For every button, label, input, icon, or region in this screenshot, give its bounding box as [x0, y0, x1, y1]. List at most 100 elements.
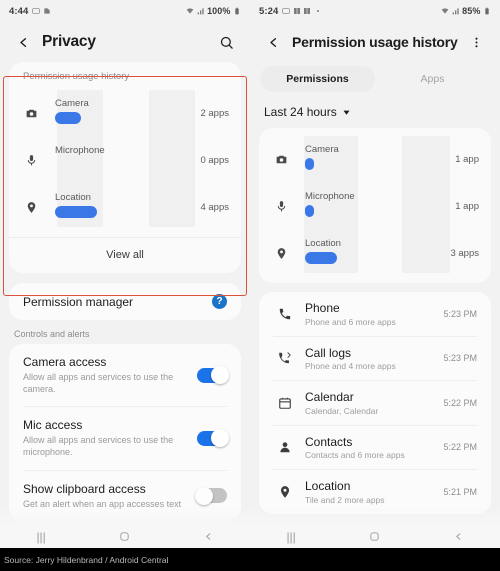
- chart-count: 4 apps: [200, 202, 229, 213]
- signal-icon: [452, 8, 459, 15]
- event-time: 5:21 PM: [443, 486, 477, 497]
- chart-row-microphone[interactable]: Microphone 0 apps: [9, 137, 241, 184]
- event-title: Contacts: [305, 434, 353, 449]
- chart-row-camera[interactable]: Camera 1 app: [259, 136, 491, 183]
- status-notification-icons: [282, 7, 322, 15]
- back-icon[interactable]: [203, 531, 214, 542]
- signal-icon: [197, 8, 204, 15]
- page-title: Permission usage history: [292, 34, 458, 50]
- dot-icon: [316, 10, 319, 12]
- event-sub: Contacts and 6 more apps: [305, 450, 405, 460]
- battery-icon: [235, 7, 239, 15]
- recents-icon[interactable]: |||: [286, 531, 295, 543]
- event-row-location[interactable]: Location Tile and 2 more apps 5:21 PM: [259, 470, 491, 514]
- right-app-bar: Permission usage history: [250, 22, 500, 62]
- event-title: Calendar: [305, 390, 354, 404]
- event-sub: Calendar, Calendar: [305, 405, 379, 416]
- event-text: Call logs Phone and 4 more apps: [305, 346, 443, 372]
- chart-bar: [55, 206, 97, 218]
- chart-body: Microphone: [47, 137, 191, 184]
- chart-row-location[interactable]: Location 4 apps: [9, 184, 241, 231]
- chart-body: Location: [47, 184, 191, 231]
- help-icon[interactable]: ?: [212, 294, 227, 309]
- chart-row-camera[interactable]: Camera 2 apps: [9, 90, 241, 137]
- toggle-knob: [195, 486, 213, 505]
- cast-icon: [32, 8, 41, 14]
- toggle-knob: [211, 366, 229, 385]
- phone-icon: [273, 307, 297, 321]
- status-time: 4:44: [9, 5, 29, 17]
- recents-icon[interactable]: |||: [36, 531, 45, 543]
- mic-access-sub: Allow all apps and services to use the m…: [23, 435, 174, 458]
- permission-manager-row[interactable]: Permission manager ?: [9, 283, 241, 320]
- camera-access-row[interactable]: Camera access Allow all apps and service…: [9, 344, 241, 406]
- event-title: Call logs: [305, 345, 352, 360]
- event-title: Location: [305, 479, 351, 493]
- event-title: Phone: [305, 301, 340, 315]
- mic-access-title: Mic access: [23, 418, 83, 433]
- left-status-bar: 4:44 100%: [0, 0, 250, 22]
- chevron-down-icon: [343, 110, 350, 115]
- right-nav-bar: |||: [250, 525, 500, 548]
- back-button[interactable]: [12, 31, 34, 53]
- location-icon: [271, 247, 291, 260]
- event-text: Contacts Contacts and 6 more apps: [305, 435, 443, 461]
- home-icon[interactable]: [119, 531, 130, 542]
- back-button[interactable]: [262, 31, 284, 53]
- home-icon[interactable]: [369, 531, 380, 542]
- call-log-icon: [273, 351, 297, 365]
- mic-access-toggle[interactable]: [197, 429, 229, 448]
- event-sub: Phone and 6 more apps: [305, 316, 396, 327]
- permission-manager-title: Permission manager: [23, 294, 134, 309]
- clipboard-access-toggle[interactable]: [195, 486, 227, 505]
- chart-row-microphone[interactable]: Microphone 1 app: [259, 183, 491, 230]
- status-right-cluster: 85%: [441, 6, 491, 16]
- chart-bar: [305, 252, 337, 264]
- event-time: 5:23 PM: [443, 353, 477, 364]
- mic-access-text: Mic access Allow all apps and services t…: [23, 418, 197, 458]
- overflow-menu-button[interactable]: [464, 30, 488, 54]
- wifi-icon: [441, 8, 449, 14]
- tab-apps[interactable]: Apps: [375, 66, 490, 92]
- overflow-menu-icon: [474, 37, 478, 47]
- event-row-calendar[interactable]: Calendar Calendar, Calendar 5:22 PM: [259, 381, 491, 425]
- chart-count: 2 apps: [200, 108, 229, 119]
- tab-permissions[interactable]: Permissions: [260, 66, 375, 92]
- event-text: Phone Phone and 6 more apps: [305, 301, 443, 327]
- search-icon: [220, 36, 233, 49]
- chart-body: Microphone: [297, 183, 441, 230]
- back-icon: [19, 37, 26, 47]
- chart-bar: [305, 158, 314, 170]
- chart-body: Camera: [47, 90, 191, 137]
- event-time: 5:22 PM: [443, 442, 477, 453]
- chart-body: Camera: [297, 136, 441, 183]
- back-icon[interactable]: [453, 531, 464, 542]
- location-icon: [273, 485, 297, 499]
- event-sub: Tile and 2 more apps: [305, 494, 385, 505]
- period-selector[interactable]: Last 24 hours: [250, 94, 500, 128]
- permission-usage-card[interactable]: Camera 1 app Microphone 1 app Location 3…: [259, 128, 491, 283]
- search-button[interactable]: [214, 30, 238, 54]
- event-row-call-logs[interactable]: Call logs Phone and 4 more apps 5:23 PM: [259, 337, 491, 381]
- clipboard-access-text: Show clipboard access Get an alert when …: [23, 482, 197, 510]
- clipboard-access-row[interactable]: Show clipboard access Get an alert when …: [9, 471, 241, 521]
- event-row-contacts[interactable]: Contacts Contacts and 6 more apps 5:22 P…: [259, 426, 491, 470]
- battery-percent: 85%: [462, 6, 481, 16]
- left-phone-screen: 4:44 100% Privacy Permission usage histo…: [0, 0, 250, 548]
- chart-label: Location: [55, 192, 91, 203]
- view-all-button[interactable]: View all: [9, 237, 241, 273]
- history-tabs: Permissions Apps: [250, 62, 500, 94]
- period-label: Last 24 hours: [264, 105, 337, 119]
- mic-access-row[interactable]: Mic access Allow all apps and services t…: [9, 407, 241, 469]
- permission-manager-card[interactable]: Permission manager ?: [9, 283, 241, 320]
- camera-access-toggle[interactable]: [197, 366, 229, 385]
- event-row-phone[interactable]: Phone Phone and 6 more apps 5:23 PM: [259, 292, 491, 336]
- location-icon: [21, 201, 41, 214]
- chart-row-location[interactable]: Location 3 apps: [259, 230, 491, 277]
- camera-access-title: Camera access: [23, 355, 107, 369]
- permission-usage-card[interactable]: Permission usage history Camera 2 apps M…: [9, 62, 241, 273]
- screenshot-stage: 4:44 100% Privacy Permission usage histo…: [0, 0, 500, 571]
- microphone-icon: [21, 154, 41, 167]
- sim-icon: [44, 8, 50, 14]
- status-time: 5:24: [259, 5, 279, 17]
